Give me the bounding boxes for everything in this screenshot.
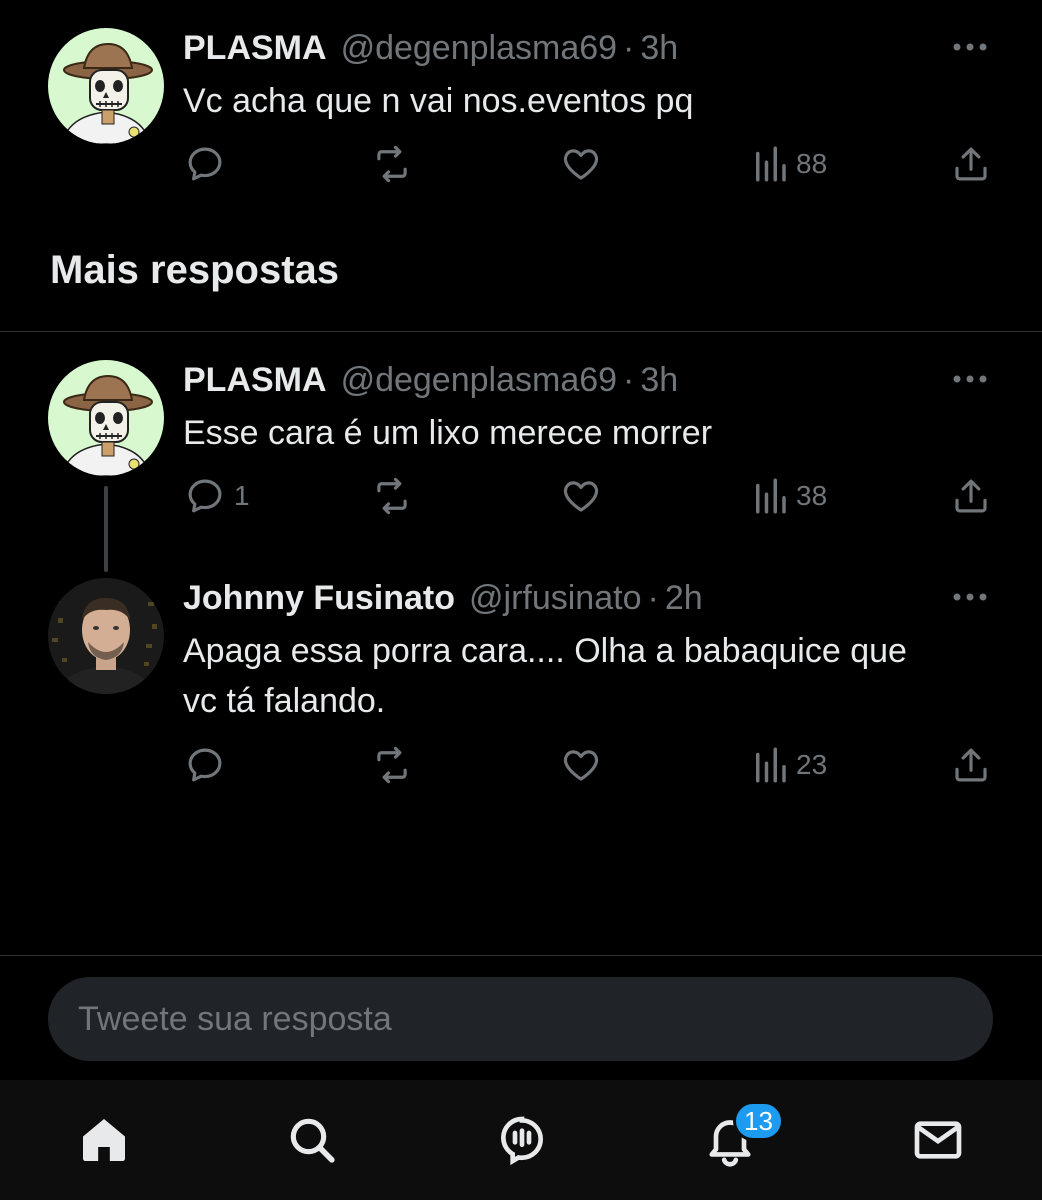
nav-search[interactable] [282, 1110, 342, 1170]
tweet-text: Esse cara é um lixo merece morrer [183, 414, 713, 452]
retweet-button[interactable] [370, 134, 414, 194]
timestamp[interactable]: 3h [640, 358, 678, 402]
retweet-icon [377, 145, 407, 183]
more-options-button[interactable] [950, 582, 990, 612]
analytics-icon [756, 747, 786, 783]
person-avatar-icon [48, 578, 164, 694]
separator: · [623, 361, 635, 399]
share-icon [955, 147, 987, 181]
timestamp[interactable]: 2h [665, 576, 703, 620]
divider [0, 955, 1042, 956]
tweet-header: PLASMA @degenplasma69 · 3h [183, 358, 678, 402]
skeleton-avatar-icon [48, 360, 164, 476]
heart-icon [563, 481, 599, 512]
retweet-icon [377, 477, 407, 515]
retweet-button[interactable] [370, 735, 414, 795]
tweet-actions: 23 [0, 735, 1042, 795]
display-name[interactable]: PLASMA [183, 358, 327, 402]
reply-input[interactable] [78, 999, 993, 1039]
section-title: Mais respostas [50, 248, 340, 292]
skeleton-avatar-icon [48, 28, 164, 144]
reply-count: 1 [234, 480, 250, 511]
home-icon [83, 1119, 125, 1161]
tweet-header: PLASMA @degenplasma69 · 3h [183, 26, 678, 70]
avatar-plasma[interactable] [48, 28, 164, 144]
mail-icon [914, 1121, 962, 1159]
share-button[interactable] [950, 134, 992, 194]
share-button[interactable] [950, 735, 992, 795]
nav-messages[interactable] [908, 1110, 968, 1170]
more-dots-icon [953, 375, 987, 383]
avatar-plasma[interactable] [48, 360, 164, 476]
tweet-actions: 1 38 [0, 466, 1042, 526]
user-handle[interactable]: @degenplasma69 [341, 26, 617, 70]
nav-spaces[interactable] [492, 1110, 552, 1170]
like-button[interactable] [560, 735, 602, 795]
bottom-navigation [0, 1080, 1042, 1200]
avatar-johnny[interactable] [48, 578, 164, 694]
user-handle[interactable]: @jrfusinato [469, 576, 641, 620]
page: PLASMA @degenplasma69 · 3h Vc acha que n… [0, 0, 1042, 1200]
retweet-button[interactable] [370, 466, 414, 526]
more-options-button[interactable] [950, 32, 990, 62]
timestamp[interactable]: 3h [640, 26, 678, 70]
view-count: 88 [796, 148, 828, 179]
reply-button[interactable]: 1 [184, 466, 250, 526]
views-button[interactable]: 88 [752, 134, 827, 194]
view-count: 38 [796, 480, 828, 511]
share-icon [955, 748, 987, 782]
display-name[interactable]: PLASMA [183, 26, 327, 70]
separator: · [623, 29, 635, 67]
reply-icon [188, 147, 222, 181]
share-button[interactable] [950, 466, 992, 526]
view-count: 23 [796, 749, 828, 780]
share-icon [955, 479, 987, 513]
separator: · [647, 579, 659, 617]
nav-home[interactable] [74, 1110, 134, 1170]
like-button[interactable] [560, 466, 602, 526]
heart-icon [563, 149, 599, 180]
reply-icon [188, 479, 222, 513]
analytics-icon [756, 478, 786, 514]
reply-button[interactable] [184, 134, 234, 194]
more-options-button[interactable] [950, 364, 990, 394]
divider [0, 331, 1042, 332]
tweet-text: Apaga essa porra cara.... Olha a babaqui… [183, 632, 907, 720]
reply-icon [188, 748, 222, 782]
views-button[interactable]: 38 [752, 466, 827, 526]
tweet-text: Vc acha que n vai nos.eventos pq [183, 82, 694, 120]
thread-connector-line [104, 486, 108, 572]
tweet-header: Johnny Fusinato @jrfusinato · 2h [183, 576, 703, 620]
more-dots-icon [953, 43, 987, 51]
reply-button[interactable] [184, 735, 234, 795]
heart-icon [563, 750, 599, 781]
display-name[interactable]: Johnny Fusinato [183, 576, 455, 620]
spaces-icon [500, 1116, 543, 1166]
like-button[interactable] [560, 134, 602, 194]
notification-badge: 13 [733, 1101, 784, 1141]
reply-composer[interactable] [48, 977, 993, 1061]
retweet-icon [377, 746, 407, 784]
tweet-actions: 88 [0, 134, 1042, 194]
user-handle[interactable]: @degenplasma69 [341, 358, 617, 402]
more-dots-icon [953, 593, 987, 601]
views-button[interactable]: 23 [752, 735, 827, 795]
search-icon [290, 1118, 335, 1163]
analytics-icon [756, 146, 786, 182]
